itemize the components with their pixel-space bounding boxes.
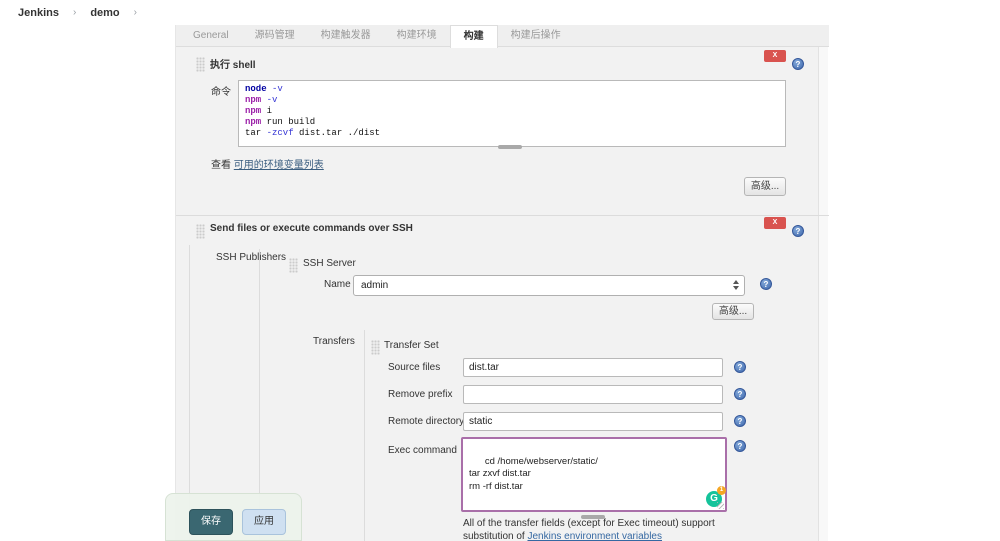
ssh-server-name-help-icon[interactable]: ?	[760, 278, 772, 290]
shell-code-line: node -v	[245, 84, 283, 94]
transfer-field-help-icon[interactable]: ?	[734, 388, 746, 400]
ssh-server-name-label: Name	[324, 279, 351, 290]
transfer-set-drag-handle-icon[interactable]	[371, 340, 380, 355]
ssh-step-title: Send files or execute commands over SSH	[210, 223, 413, 234]
transfer-field-label: Remote directory	[388, 416, 465, 427]
transfer-field-row: Remove prefix?	[176, 385, 829, 405]
panel-scrollbar[interactable]	[818, 47, 828, 541]
transfers-label: Transfers	[313, 336, 355, 347]
tab-general[interactable]: General	[180, 25, 242, 46]
transfer-field-help-icon[interactable]: ?	[734, 415, 746, 427]
transfer-field-label: Remove prefix	[388, 389, 453, 400]
transfer-set-title: Transfer Set	[384, 340, 439, 351]
select-stepper-icon	[733, 280, 739, 290]
config-panel: General 源码管理 构建触发器 构建环境 构建 构建后操作 X ? 执行 shell…	[175, 25, 829, 541]
transfer-field-input-remote-directory[interactable]	[463, 412, 723, 431]
tab-environment[interactable]: 构建环境	[384, 25, 450, 46]
transfer-note: All of the transfer fields (except for E…	[463, 517, 753, 541]
shell-command-label: 命令	[211, 87, 231, 98]
shell-code-line: npm i	[245, 106, 273, 116]
breadcrumb: Jenkins › demo ›	[0, 0, 1000, 25]
apply-button[interactable]: 应用	[242, 509, 286, 535]
breadcrumb-separator-icon: ›	[72, 7, 77, 18]
ssh-server-advanced-button[interactable]: 高级...	[712, 303, 754, 320]
see-label: 查看	[211, 160, 231, 171]
transfer-field-input-remove-prefix[interactable]	[463, 385, 723, 404]
save-button[interactable]: 保存	[189, 509, 233, 535]
shell-code-line: npm -v	[245, 95, 278, 105]
tab-triggers[interactable]: 构建触发器	[308, 25, 384, 46]
shell-code-line: tar -zcvf dist.tar ./dist	[245, 128, 381, 138]
transfer-field-input-source-files[interactable]	[463, 358, 723, 377]
exec-command-textarea[interactable]: cd /home/webserver/static/ tar zxvf dist…	[461, 437, 727, 512]
ssh-server-drag-handle-icon[interactable]	[289, 258, 298, 273]
shell-step-drag-handle-icon[interactable]	[196, 57, 205, 72]
jenkins-env-variables-link[interactable]: Jenkins environment variables	[527, 531, 662, 541]
shell-step-delete-button[interactable]: X	[764, 50, 786, 62]
jenkins-config-page: Jenkins › demo › General 源码管理 构建触发器 构建环境 构建构…	[0, 0, 1000, 541]
breadcrumb-item-jenkins[interactable]: Jenkins	[18, 7, 59, 19]
ssh-step-drag-handle-icon[interactable]	[196, 224, 205, 239]
transfer-field-row: Source files?	[176, 358, 829, 378]
ssh-step-help-icon[interactable]: ?	[792, 225, 804, 237]
ssh-publishers-label: SSH Publishers	[216, 252, 287, 263]
config-tabbar: General 源码管理 构建触发器 构建环境 构建 构建后操作	[176, 25, 829, 48]
breadcrumb-separator-icon: ›	[133, 7, 137, 18]
breadcrumb-item-demo[interactable]: demo	[90, 7, 119, 19]
transfer-field-row: Remote directory?	[176, 412, 829, 432]
env-variables-link[interactable]: 可用的环境变量列表	[234, 160, 324, 171]
ssh-server-title: SSH Server	[303, 258, 356, 269]
exec-command-help-icon[interactable]: ?	[734, 440, 746, 452]
shell-advanced-button[interactable]: 高级...	[744, 177, 786, 196]
shell-textarea-resize-handle[interactable]	[498, 145, 522, 149]
ssh-step-delete-button[interactable]: X	[764, 217, 786, 229]
tab-scm[interactable]: 源码管理	[242, 25, 308, 46]
ssh-server-name-value: admin	[361, 280, 389, 291]
shell-step-title: 执行 shell	[210, 60, 256, 71]
textarea-resize-corner-icon[interactable]	[717, 502, 724, 509]
tab-post-build[interactable]: 构建后操作	[498, 25, 574, 46]
shell-code-line: npm run build	[245, 117, 316, 127]
exec-command-label: Exec command	[388, 445, 457, 456]
exec-command-value: cd /home/webserver/static/ tar zxvf dist…	[469, 455, 598, 492]
shell-command-textarea[interactable]: node -v npm -v npm i npm run build tar -zcvf…	[238, 80, 786, 147]
transfer-field-label: Source files	[388, 362, 441, 373]
shell-step-help-icon[interactable]: ?	[792, 58, 804, 70]
save-bar: 保存 应用	[165, 493, 302, 541]
build-steps-divider	[176, 215, 829, 216]
transfer-field-help-icon[interactable]: ?	[734, 361, 746, 373]
ssh-server-name-select[interactable]: admin	[353, 275, 745, 296]
env-variables-row: 查看 可用的环境变量列表	[211, 156, 324, 171]
grammarly-badge: 1	[717, 486, 726, 495]
tab-build[interactable]: 构建	[449, 25, 498, 48]
